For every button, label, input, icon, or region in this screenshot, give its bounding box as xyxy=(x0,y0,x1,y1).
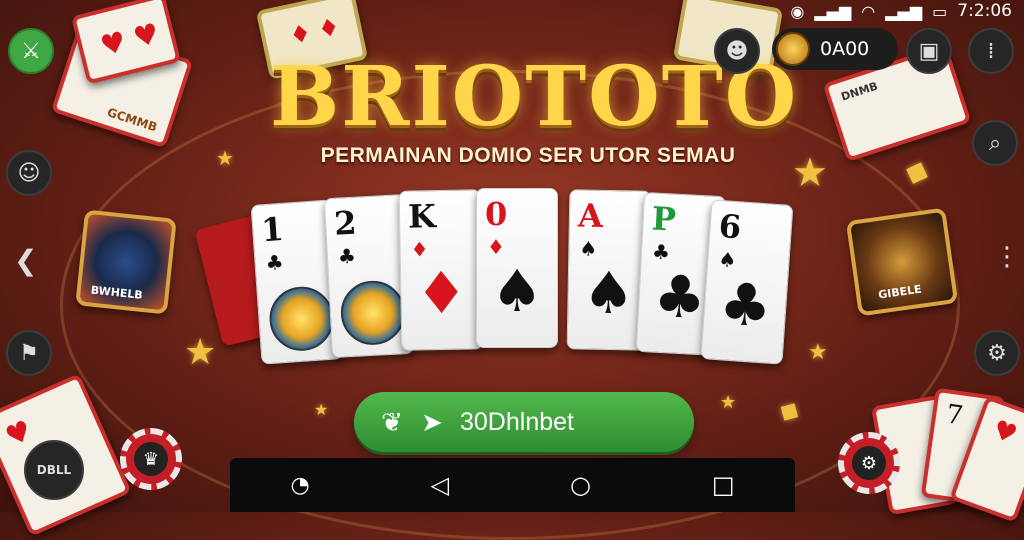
dots-button[interactable]: ⁞ xyxy=(968,28,1014,74)
trophy-icon: ♛ xyxy=(134,442,168,476)
chevron-left-icon: ❮ xyxy=(14,244,38,277)
game-subtitle: PERMAINAN DOMIO SER UTOR SEMAU xyxy=(320,144,736,167)
star-icon: ★ xyxy=(216,146,234,170)
heart-icon: ♥ xyxy=(0,413,37,454)
card-rank: 2 xyxy=(333,203,358,243)
signal-icon: ▂▄▆ xyxy=(885,1,923,21)
star-icon: ★ xyxy=(184,332,217,373)
card-rank: 1 xyxy=(259,209,285,250)
more-icon: ⁞ xyxy=(987,38,995,64)
card-rank: 6 xyxy=(717,206,743,247)
star-icon: ★ xyxy=(792,150,828,196)
diamond-icon: ♦ ♦ xyxy=(286,12,343,51)
card-suit-icon: ♦ xyxy=(410,237,429,262)
cursor-icon: ➤ xyxy=(421,406,443,437)
back-nav-icon[interactable]: ◁ xyxy=(431,471,449,499)
settings-button[interactable]: ⚙ xyxy=(974,330,1020,376)
chip-right[interactable]: ⚙ xyxy=(838,432,900,494)
dbll-button[interactable]: DBLL xyxy=(24,440,84,500)
game-title: BRIOTOTO xyxy=(270,49,799,145)
chip-left[interactable]: ♛ xyxy=(120,428,182,490)
star-icon: ★ xyxy=(808,340,828,365)
card-rank: A xyxy=(577,196,604,235)
deco-label: BWHELB xyxy=(90,283,144,302)
heart-icon: ♥ xyxy=(988,414,1021,451)
playing-card[interactable]: 0 ♦ ♠ xyxy=(476,188,558,348)
card-suit-icon: ♦ xyxy=(487,235,505,259)
timer-icon[interactable]: ◔ xyxy=(290,473,309,498)
balance-amount: 0A00 xyxy=(820,38,870,60)
home-nav-icon[interactable]: ○ xyxy=(570,471,591,499)
more-vertical-icon: ⋮ xyxy=(994,242,1020,272)
card-center-suit-icon: ♣ xyxy=(717,269,774,341)
card-suit-icon: ♣ xyxy=(264,249,285,276)
status-bar: ◉ ▂▄▆ ◠ ▂▄▆ ▭ 7:2:06 xyxy=(790,0,1012,22)
signal-icon: ▂▄▆ xyxy=(814,1,852,21)
menu-icon: ▣ xyxy=(918,38,940,64)
battery-icon: ▭ xyxy=(932,1,948,21)
card-rank: K xyxy=(407,197,437,236)
star-icon: ★ xyxy=(314,400,329,419)
location-icon: ◉ xyxy=(790,1,805,21)
chat-bubble-icon: ❦ xyxy=(381,406,403,437)
gear-icon: ⚙ xyxy=(852,446,886,480)
medal-icon xyxy=(267,284,336,353)
search-icon: ⌕ xyxy=(988,130,1002,156)
card-center-suit-icon: ♠ xyxy=(491,257,543,325)
heart-icon: ♥ ♥ xyxy=(97,16,163,63)
recents-nav-icon[interactable]: □ xyxy=(712,471,735,499)
system-nav-bar: ◔ ◁ ○ □ xyxy=(230,458,795,512)
more-button[interactable]: ⋮ xyxy=(994,242,1020,272)
card-suit-icon: ♣ xyxy=(337,243,357,269)
wifi-icon: ◠ xyxy=(861,1,876,21)
deco-picture-right: GIBELE xyxy=(845,207,959,317)
sword-icon: ⚔ xyxy=(21,38,41,64)
back-button[interactable]: ❮ xyxy=(14,244,37,277)
star-icon: ★ xyxy=(720,392,737,413)
deco-label: DNMB xyxy=(839,79,880,104)
card-rank: 0 xyxy=(485,195,508,233)
sword-button[interactable]: ⚔ xyxy=(8,28,54,74)
dbll-label: DBLL xyxy=(36,463,72,477)
card-suit-icon: ♠ xyxy=(717,246,738,273)
play-button[interactable]: ❦ ➤ 30Dhlnbet xyxy=(354,392,694,452)
deco-picture-left: BWHELB xyxy=(75,209,177,315)
flag-button[interactable]: ⚑ xyxy=(6,330,52,376)
emoji-button[interactable]: ☺ xyxy=(6,150,52,196)
star-icon: ◆ xyxy=(900,151,935,192)
emoji-icon: ☺ xyxy=(17,160,41,186)
deco-label: GIBELE xyxy=(877,282,923,302)
flag-icon: ⚑ xyxy=(19,340,39,366)
menu-button[interactable]: ▣ xyxy=(906,28,952,74)
medal-icon xyxy=(339,279,407,347)
play-button-label: 30Dhlnbet xyxy=(460,407,574,436)
balance-display[interactable]: 0A00 xyxy=(772,28,898,70)
settings-icon: ⚙ xyxy=(987,340,1007,366)
card-rank: P xyxy=(650,199,677,239)
status-time: 7:2:06 xyxy=(957,1,1012,21)
profile-icon: ☻ xyxy=(725,38,749,64)
profile-button[interactable]: ☻ xyxy=(714,28,760,74)
card-suit-icon: ♣ xyxy=(651,239,671,265)
card-suit-icon: ♠ xyxy=(579,236,598,261)
search-button[interactable]: ⌕ xyxy=(972,120,1018,166)
playing-card[interactable]: K ♦ ♦ xyxy=(398,189,484,351)
rank-text: 7 xyxy=(944,399,965,432)
playing-card[interactable]: 6 ♠ ♣ xyxy=(700,199,794,365)
coin-icon xyxy=(776,32,810,66)
card-center-suit-icon: ♦ xyxy=(414,258,468,328)
deco-label: GCMMB xyxy=(105,105,159,135)
